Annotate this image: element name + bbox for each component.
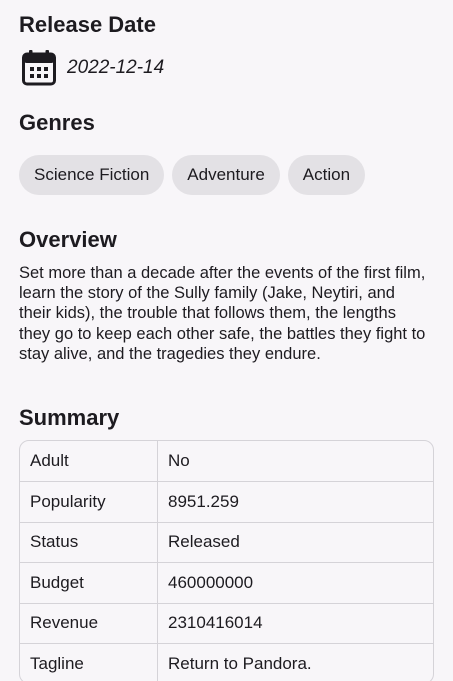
summary-key-tagline: Tagline xyxy=(20,643,158,681)
table-row: Tagline Return to Pandora. xyxy=(20,642,433,681)
summary-value-popularity: 8951.259 xyxy=(168,492,239,512)
summary-table: Adult No Popularity 8951.259 Status Rele… xyxy=(19,440,434,681)
summary-value-revenue: 2310416014 xyxy=(168,613,263,633)
summary-key-status: Status xyxy=(20,522,158,563)
summary-value-status: Released xyxy=(168,532,240,552)
summary-key-budget: Budget xyxy=(20,563,158,603)
overview-text: Set more than a decade after the events … xyxy=(19,264,426,363)
summary-value-adult: No xyxy=(168,451,190,471)
table-row: Popularity 8951.259 xyxy=(20,481,433,522)
summary-heading: Summary xyxy=(19,405,120,430)
genre-chip-adventure[interactable]: Adventure xyxy=(172,155,280,195)
overview-heading: Overview xyxy=(19,227,117,252)
summary-value-budget: 460000000 xyxy=(168,572,254,592)
genre-chip-science-fiction[interactable]: Science Fiction xyxy=(19,155,165,195)
summary-key-adult: Adult xyxy=(20,441,158,482)
movie-details-page: Release Date 2022-12-14 Genres Science F… xyxy=(0,0,453,681)
release-date-row: 2022-12-14 xyxy=(22,50,164,86)
genre-chip-list: Science Fiction Adventure Action xyxy=(19,155,366,195)
table-row: Revenue 2310416014 xyxy=(20,602,433,643)
release-date-heading: Release Date xyxy=(19,12,156,37)
summary-value-tagline: Return to Pandora. xyxy=(168,653,312,673)
table-row: Status Released xyxy=(20,521,433,563)
summary-key-revenue: Revenue xyxy=(20,603,158,643)
release-date-value: 2022-12-14 xyxy=(67,57,165,78)
summary-key-popularity: Popularity xyxy=(20,482,158,522)
calendar-icon xyxy=(22,50,56,86)
genres-heading: Genres xyxy=(19,110,95,135)
table-row: Budget 460000000 xyxy=(20,562,433,603)
table-row: Adult No xyxy=(20,441,433,482)
genre-chip-action[interactable]: Action xyxy=(287,155,366,195)
